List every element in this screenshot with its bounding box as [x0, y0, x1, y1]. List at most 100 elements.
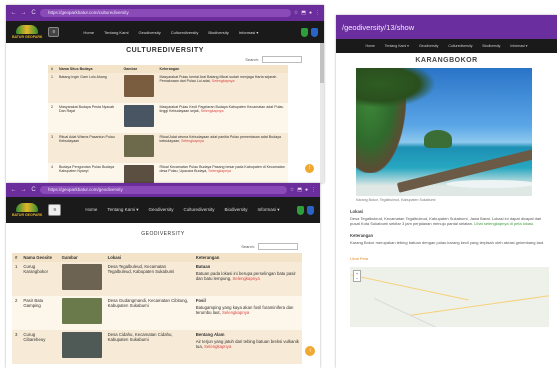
- read-more-link[interactable]: Selengkapnya: [201, 109, 224, 113]
- description-text: Ritual Adat wisma Kebudayaan adat paniti…: [159, 135, 281, 143]
- scrollbar-thumb[interactable]: [320, 43, 324, 83]
- menu-item-tentang-kami[interactable]: Tentang Kami ▾: [107, 207, 138, 213]
- scroll-top-button[interactable]: ↑: [305, 164, 314, 173]
- map-road: [374, 297, 456, 327]
- forward-button[interactable]: →: [20, 187, 27, 193]
- menu-item-culturediversity[interactable]: Culturediversity: [171, 30, 199, 35]
- cell-description: Fosil Batugamping yang kaya akan fosil fo…: [192, 296, 302, 330]
- site-navbar: Home Tentang Kami ▾ Geodiversity Culture…: [336, 39, 557, 53]
- cell-image: [120, 103, 157, 133]
- menu-item-tentang-kami[interactable]: Tentang Kami: [104, 30, 128, 35]
- menu-item-home[interactable]: Home: [83, 30, 94, 35]
- thumbnail-image: [61, 332, 102, 358]
- table-row: 2 Pasir Batu Gamping Desa Gudangmandi, Kec…: [12, 296, 302, 330]
- emblems: [301, 27, 318, 37]
- profile-icon[interactable]: ●: [309, 10, 312, 16]
- thumbnail-image: [61, 298, 102, 324]
- cell-name: Budaya Pengurutan Pulau Budaya Kabupaten…: [56, 163, 121, 183]
- scroll-top-button[interactable]: ↑: [305, 346, 315, 356]
- address-bar[interactable]: /geodiversity/13/show: [342, 23, 414, 32]
- col-header-description: Keterangan: [192, 253, 302, 262]
- browser-toolbar: /geodiversity/13/show: [336, 15, 557, 39]
- back-button[interactable]: ←: [10, 10, 17, 16]
- menu-item-geodiversity[interactable]: Geodiversity: [139, 30, 161, 35]
- browser-toolbar: ← → C https://geoparkbatur.com/geodivers…: [6, 183, 320, 197]
- cell-description: Batuan Batuan pada lokasi ini berupa pers…: [192, 262, 302, 296]
- table-row: 4 Budaya Pengurutan Pulau Budaya Kabupate…: [48, 163, 288, 183]
- reload-button[interactable]: C: [30, 10, 37, 16]
- description-heading: Keterangan: [350, 233, 374, 239]
- menu-item-biodiversity[interactable]: Biodiversity: [208, 30, 228, 35]
- province-emblem-icon: [297, 205, 304, 215]
- cell-image: [58, 330, 105, 364]
- geopark-logo-icon: [16, 25, 39, 34]
- thumbnail-image: [123, 75, 154, 97]
- read-more-link[interactable]: Selengkapnya: [208, 169, 231, 173]
- browser-window-geodiversity: ← → C https://geoparkbatur.com/geodivers…: [6, 183, 320, 368]
- map-zoom-control: + −: [353, 269, 361, 282]
- extensions-icon[interactable]: ⬒: [301, 10, 306, 16]
- search-input[interactable]: [262, 56, 302, 63]
- search-input[interactable]: [258, 243, 298, 250]
- menu-item-tentang-kami[interactable]: Tentang Kami ▾: [385, 44, 409, 48]
- profile-icon[interactable]: ●: [305, 187, 308, 193]
- read-more-link[interactable]: Selengkapnya: [181, 139, 204, 143]
- search-label: Search:: [245, 57, 259, 62]
- read-more-link[interactable]: Selengkapnya: [222, 310, 249, 315]
- table-row: 2 Masyarakat Budaya Pesta Nyacab Dan Raja…: [48, 103, 288, 133]
- menu-item-informasi[interactable]: Informasi ▾: [239, 30, 259, 35]
- address-bar[interactable]: https://geoparkbatur.com/culturediversit…: [40, 9, 291, 17]
- location-map[interactable]: + −: [350, 266, 549, 327]
- cell-name: Curug Karangbokor: [20, 262, 59, 296]
- cell-image: [120, 133, 157, 163]
- browser-window-detail: /geodiversity/13/show Home Tentang Kami …: [336, 15, 557, 368]
- read-more-link[interactable]: Selengkapnya: [204, 344, 231, 349]
- site-navbar: BATUR GEOPARK ≡ Home Tentang Kami Geodiv…: [6, 21, 324, 43]
- menu-item-geodiversity[interactable]: Geodiversity: [419, 44, 438, 48]
- menu-item-culturediversity[interactable]: Culturediversity: [448, 44, 472, 48]
- sidebar-toggle-button[interactable]: ≡: [48, 204, 62, 216]
- kebab-menu-icon[interactable]: ⋮: [315, 10, 320, 16]
- location-link[interactable]: Lihat selengkapnya di peta lokasi.: [474, 221, 534, 226]
- page-scrollbar[interactable]: [320, 43, 324, 183]
- site-logo[interactable]: BATUR GEOPARK: [12, 203, 42, 217]
- star-icon[interactable]: ☆: [290, 187, 294, 193]
- zoom-out-button[interactable]: −: [354, 276, 360, 281]
- forward-button[interactable]: →: [20, 10, 27, 16]
- col-header-no: #: [48, 65, 56, 73]
- extensions-icon[interactable]: ⬒: [297, 187, 302, 193]
- cell-description: Bentang Alam Air terjun yang jatuh dari t…: [192, 330, 302, 364]
- search-label: Search:: [241, 244, 255, 249]
- menu-item-home[interactable]: Home: [85, 207, 97, 213]
- back-button[interactable]: ←: [10, 187, 17, 193]
- description-title: Fosil: [195, 298, 206, 303]
- cell-name: Masyarakat Budaya Pesta Nyacab Dan Rajat: [56, 103, 121, 133]
- menu-item-informasi[interactable]: Informasi ▾: [510, 44, 527, 48]
- brand-text: BATUR GEOPARK: [12, 35, 43, 39]
- province-emblem-icon: [301, 27, 308, 37]
- description-text: Karang Bokor merupakan tebing batuan den…: [350, 240, 545, 246]
- reload-button[interactable]: C: [30, 187, 37, 193]
- star-icon[interactable]: ☆: [294, 10, 298, 16]
- cell-location: Desa Tegalbuleud, Kecamatan Tegalbuleud,…: [104, 262, 193, 296]
- menu-item-informasi[interactable]: Informasi ▾: [258, 207, 280, 213]
- menu-item-geodiversity[interactable]: Geodiversity: [148, 207, 173, 213]
- cell-no: 3: [48, 133, 56, 163]
- cell-description: Masyarakat Pulau Kecil Pagelaran Budaya …: [156, 103, 288, 133]
- map-link[interactable]: Lihat Peta: [350, 256, 557, 261]
- sidebar-toggle-button[interactable]: ≡: [48, 27, 60, 37]
- cell-no: 4: [48, 163, 56, 183]
- kebab-menu-icon[interactable]: ⋮: [311, 187, 316, 193]
- menu-item-biodiversity[interactable]: Biodiversity: [483, 44, 501, 48]
- read-more-link[interactable]: Selengkapnya: [212, 79, 235, 83]
- site-logo[interactable]: BATUR GEOPARK: [12, 25, 42, 39]
- read-more-link[interactable]: Selengkapnya: [233, 276, 260, 281]
- main-menu: Home Tentang Kami ▾ Geodiversity Culture…: [85, 207, 291, 213]
- cell-no: 3: [12, 330, 21, 364]
- menu-item-biodiversity[interactable]: Biodiversity: [224, 207, 247, 213]
- address-bar[interactable]: https://geoparkbatur.com/geodiversity: [40, 186, 287, 194]
- menu-item-culturediversity[interactable]: Culturediversity: [183, 207, 214, 213]
- cell-image: [120, 163, 157, 183]
- menu-item-home[interactable]: Home: [365, 44, 374, 48]
- cell-description: Ritual Adat wisma Kebudayaan adat paniti…: [156, 133, 288, 163]
